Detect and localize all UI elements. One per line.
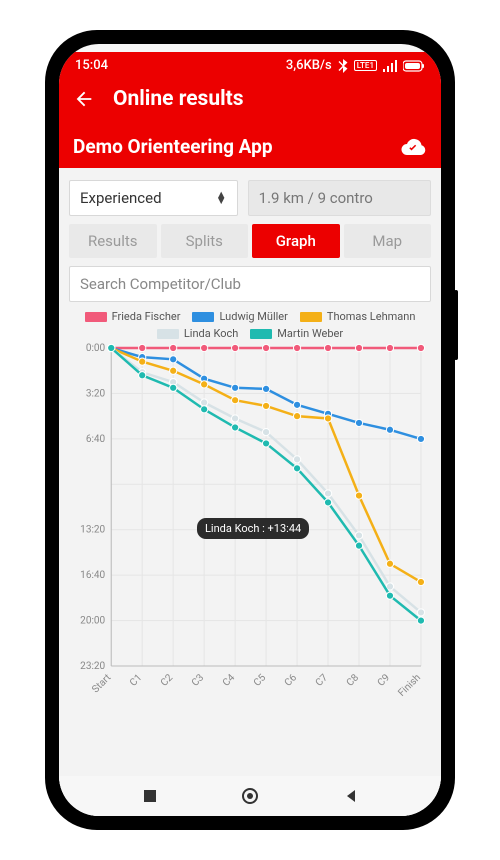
svg-text:6:40: 6:40 <box>86 434 106 445</box>
svg-text:C8: C8 <box>345 672 362 689</box>
battery-icon <box>403 60 425 72</box>
svg-text:3:20: 3:20 <box>86 388 106 399</box>
legend-item[interactable]: Ludwig Müller <box>192 310 287 323</box>
svg-text:23:20: 23:20 <box>80 661 105 672</box>
svg-text:16:40: 16:40 <box>80 570 105 581</box>
tab-splits[interactable]: Splits <box>161 224 249 258</box>
search-input[interactable]: Search Competitor/Club <box>69 266 431 302</box>
svg-text:0:00: 0:00 <box>86 343 106 354</box>
page-title: Online results <box>113 87 244 111</box>
chart-tooltip: Linda Koch : +13:44 <box>197 518 309 539</box>
svg-text:C2: C2 <box>159 672 176 689</box>
svg-text:13:20: 13:20 <box>80 525 105 536</box>
svg-text:20:00: 20:00 <box>80 616 105 627</box>
class-select[interactable]: Experienced ▲▼ <box>69 180 238 216</box>
svg-text:C9: C9 <box>376 672 392 688</box>
lte-badge: LTE1 <box>354 60 377 71</box>
tab-graph[interactable]: Graph <box>252 224 340 258</box>
svg-text:C3: C3 <box>190 672 206 688</box>
nav-home-button[interactable] <box>240 786 260 806</box>
legend-item[interactable]: Martin Weber <box>250 327 343 340</box>
content-area: Experienced ▲▼ 1.9 km / 9 contro Results… <box>59 168 441 816</box>
class-select-value: Experienced <box>80 189 162 207</box>
status-time: 15:04 <box>75 58 108 73</box>
event-header: Demo Orienteering App <box>59 125 441 168</box>
status-net-speed: 3,6KB/s <box>286 58 332 73</box>
split-graph[interactable]: 0:00 3:20 6:40 13:20 16:40 20:00 23:20Start C1 C… <box>69 342 431 712</box>
chart-legend: Frieda Fischer Ludwig Müller Thomas Lehm… <box>69 310 431 340</box>
svg-text:C4: C4 <box>221 672 238 689</box>
view-tabs: Results Splits Graph Map <box>69 224 431 258</box>
svg-text:Start: Start <box>90 672 113 695</box>
back-arrow-icon[interactable] <box>73 88 95 110</box>
svg-text:Finish: Finish <box>396 672 423 699</box>
svg-text:C6: C6 <box>283 672 300 689</box>
legend-item[interactable]: Frieda Fischer <box>85 310 181 323</box>
tab-map[interactable]: Map <box>344 224 432 258</box>
course-info: 1.9 km / 9 contro <box>248 180 431 216</box>
event-title: Demo Orienteering App <box>73 135 273 158</box>
svg-text:C1: C1 <box>128 672 144 688</box>
android-nav-bar <box>59 776 441 816</box>
svg-text:C7: C7 <box>314 672 331 689</box>
cloud-sync-icon[interactable] <box>401 137 427 157</box>
app-bar: Online results <box>59 77 441 125</box>
status-bar: 15:04 3,6KB/s LTE1 <box>59 52 441 77</box>
legend-item[interactable]: Linda Koch <box>157 327 238 340</box>
tab-results[interactable]: Results <box>69 224 157 258</box>
signal-icon <box>383 60 397 72</box>
nav-back-button[interactable] <box>341 786 361 806</box>
chevron-updown-icon: ▲▼ <box>216 192 227 204</box>
bluetooth-icon <box>338 59 348 73</box>
legend-item[interactable]: Thomas Lehmann <box>300 310 416 323</box>
nav-recent-button[interactable] <box>140 786 160 806</box>
svg-text:C5: C5 <box>252 672 269 689</box>
